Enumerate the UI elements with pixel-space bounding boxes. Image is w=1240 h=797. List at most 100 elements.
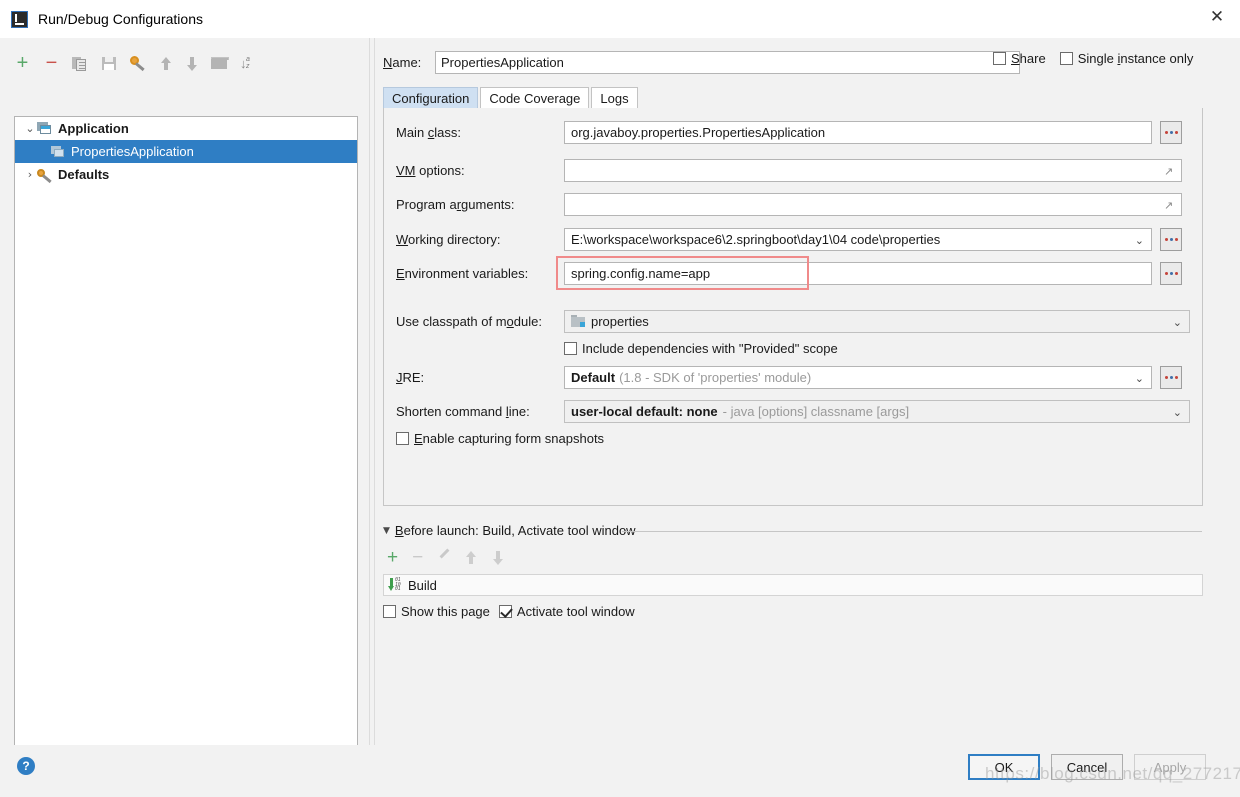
expand-editor-icon[interactable]: ↗ [1164, 200, 1175, 211]
include-provided-scope-label: Include dependencies with "Provided" sco… [582, 341, 838, 356]
include-provided-scope-row[interactable]: Include dependencies with "Provided" sco… [564, 341, 838, 356]
enable-form-snapshots-row[interactable]: Enable capturing form snapshots [396, 431, 604, 446]
minus-icon[interactable]: − [43, 53, 60, 73]
configuration-options-group: Share Single instance only [993, 51, 1193, 66]
edit-defaults-icon[interactable] [130, 55, 147, 72]
shorten-command-line-dropdown[interactable]: user-local default: none - java [options… [564, 399, 1190, 423]
tree-node-application[interactable]: ⌄ Application [15, 117, 357, 140]
tab-label: Logs [600, 90, 629, 106]
configurations-tree[interactable]: ⌄ Application PropertiesApplication › De… [14, 116, 358, 778]
expand-editor-icon[interactable]: ↗ [1164, 166, 1175, 177]
working-directory-row: Working directory: E:\workspace\workspac… [396, 227, 1196, 251]
edit-task-icon [437, 548, 451, 565]
chevron-right-icon[interactable]: › [23, 168, 37, 181]
build-icon: 01 10 01 [388, 578, 403, 592]
chevron-down-icon[interactable]: ⌄ [1135, 372, 1144, 385]
activate-tool-window-row[interactable]: Activate tool window [498, 604, 635, 619]
add-task-icon[interactable]: + [387, 548, 398, 567]
tab-label: Configuration [392, 90, 470, 106]
name-label: Name: [383, 54, 422, 70]
move-task-up-icon [465, 550, 478, 565]
before-launch-header[interactable]: ▼ Before launch: Build, Activate tool wi… [383, 523, 636, 538]
panel-splitter[interactable] [369, 38, 375, 745]
program-arguments-label: Program arguments: [396, 196, 515, 212]
single-instance-checkbox-row[interactable]: Single instance only [1059, 51, 1193, 66]
chevron-down-icon[interactable]: ⌄ [23, 122, 37, 135]
include-provided-scope-checkbox[interactable] [564, 342, 577, 355]
tab-logs[interactable]: Logs [591, 87, 638, 108]
vm-options-label: VM options: [396, 162, 465, 178]
main-class-label: Main class: [396, 124, 462, 140]
activate-tool-window-checkbox[interactable] [498, 605, 512, 618]
environment-variables-row: Environment variables: spring.config.nam… [396, 261, 1196, 285]
defaults-wrench-icon [37, 168, 53, 183]
share-checkbox-row[interactable]: Share [993, 51, 1046, 66]
name-input[interactable] [435, 50, 1020, 74]
vm-options-row: VM options: ↗ [396, 158, 1196, 182]
program-arguments-input[interactable]: ↗ [564, 192, 1182, 216]
chevron-down-icon[interactable]: ⌄ [1173, 316, 1182, 329]
main-class-value: org.javaboy.properties.PropertiesApplica… [571, 124, 826, 140]
tree-node-properties-application[interactable]: PropertiesApplication [15, 140, 357, 163]
environment-variables-browse-button[interactable] [1160, 261, 1182, 285]
shorten-command-line-value: user-local default: none [571, 403, 718, 419]
enable-form-snapshots-checkbox[interactable] [396, 432, 409, 445]
main-class-input[interactable]: org.javaboy.properties.PropertiesApplica… [564, 120, 1152, 144]
configuration-tab-panel: Main class: org.javaboy.properties.Prope… [383, 108, 1203, 506]
environment-variables-value: spring.config.name=app [571, 265, 711, 281]
remove-task-icon: − [412, 547, 424, 568]
use-classpath-of-module-value: properties [591, 313, 649, 329]
copy-configuration-icon[interactable] [72, 55, 89, 72]
single-instance-checkbox[interactable] [1059, 52, 1073, 65]
before-launch-title: Before launch: Build, Activate tool wind… [394, 523, 636, 538]
tree-toolbar: + − ↓ a z [14, 50, 255, 76]
working-directory-label: Working directory: [396, 231, 501, 247]
working-directory-input[interactable]: E:\workspace\workspace6\2.springboot\day… [564, 227, 1152, 251]
browse-ellipsis-icon [1164, 271, 1178, 275]
tree-node-defaults[interactable]: › Defaults [15, 163, 357, 186]
jre-value: Default [571, 369, 616, 385]
shorten-command-line-row: Shorten command line: user-local default… [396, 399, 1196, 423]
chevron-down-icon[interactable]: ⌄ [1135, 234, 1144, 247]
dialog-body: + − ↓ a z ⌄ Application PropertiesApplicat… [0, 38, 1240, 778]
before-launch-task-label: Build [408, 577, 437, 593]
jre-value-detail: (1.8 - SDK of 'properties' module) [619, 369, 812, 385]
share-label: Share [1011, 51, 1046, 66]
sort-alphabetically-icon[interactable]: ↓ a z [240, 56, 255, 71]
tree-node-label: Defaults [58, 167, 110, 182]
main-class-row: Main class: org.javaboy.properties.Prope… [396, 120, 1196, 144]
save-configuration-icon[interactable] [101, 55, 118, 72]
working-directory-browse-button[interactable] [1160, 227, 1182, 251]
chevron-down-icon[interactable]: ⌄ [1173, 406, 1182, 419]
activate-tool-window-label: Activate tool window [516, 604, 635, 619]
before-launch-separator [622, 531, 1202, 532]
application-icon [37, 122, 52, 135]
window-titlebar: Run/Debug Configurations ✕ [0, 0, 1240, 38]
close-icon[interactable]: ✕ [1194, 0, 1240, 34]
vm-options-input[interactable]: ↗ [564, 158, 1182, 182]
show-this-page-row[interactable]: Show this page [383, 604, 490, 619]
environment-variables-input[interactable]: spring.config.name=app [564, 261, 1152, 285]
show-this-page-label: Show this page [401, 604, 490, 619]
show-this-page-checkbox[interactable] [383, 605, 396, 618]
share-checkbox[interactable] [993, 52, 1006, 65]
jre-browse-button[interactable] [1160, 365, 1182, 389]
environment-variables-label: Environment variables: [396, 265, 529, 281]
before-launch-task-list[interactable]: 01 10 01 Build [383, 574, 1203, 596]
move-task-down-icon [492, 550, 505, 565]
configuration-editor-panel: Name: Share Single instance only Configu… [378, 38, 1240, 745]
move-down-icon[interactable] [185, 56, 199, 71]
tab-code-coverage[interactable]: Code Coverage [480, 87, 590, 108]
tab-configuration[interactable]: Configuration [383, 87, 479, 108]
triangle-down-icon[interactable]: ▼ [383, 526, 390, 536]
main-class-browse-button[interactable] [1160, 120, 1182, 144]
use-classpath-of-module-label: Use classpath of module: [396, 313, 542, 329]
move-up-icon[interactable] [159, 56, 173, 71]
shorten-command-line-label: Shorten command line: [396, 403, 530, 419]
jre-dropdown[interactable]: Default (1.8 - SDK of 'properties' modul… [564, 365, 1152, 389]
tree-node-label: Application [58, 121, 129, 136]
help-icon[interactable]: ? [17, 757, 35, 775]
plus-icon[interactable]: + [14, 53, 31, 73]
use-classpath-of-module-dropdown[interactable]: properties ⌄ [564, 309, 1190, 333]
new-folder-icon[interactable] [211, 55, 229, 72]
